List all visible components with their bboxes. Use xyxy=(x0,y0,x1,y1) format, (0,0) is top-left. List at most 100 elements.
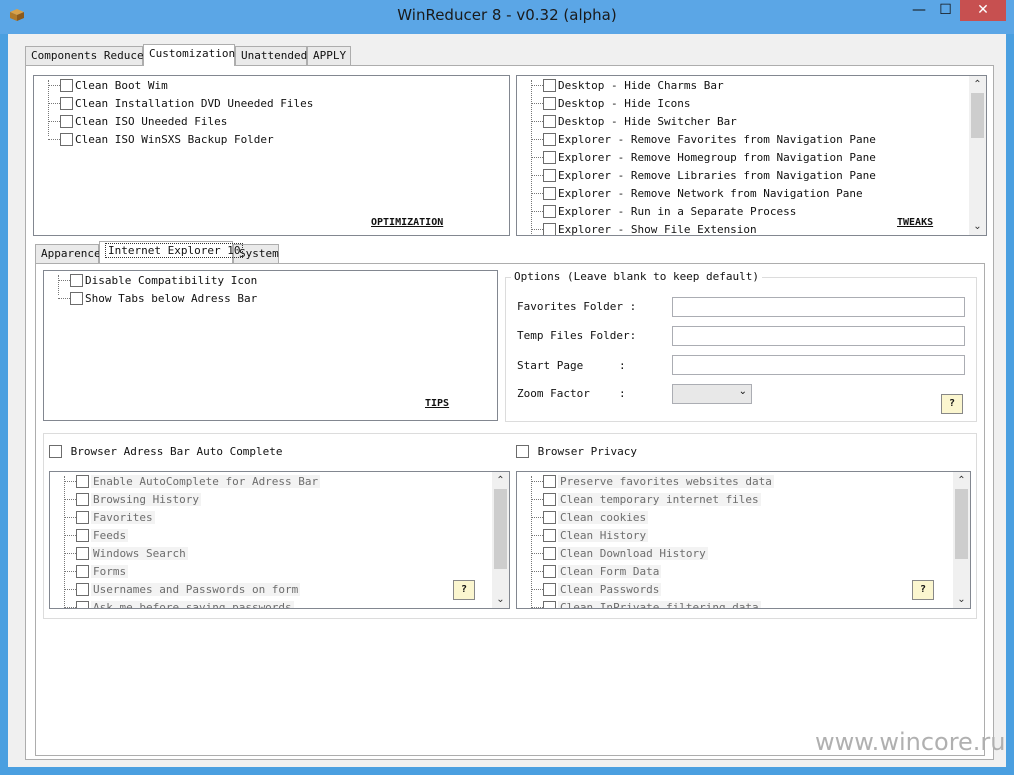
list-item[interactable]: Explorer - Remove Libraries from Navigat… xyxy=(531,168,876,186)
scroll-down-icon[interactable]: ⌄ xyxy=(953,591,970,608)
privacy-scrollbar[interactable]: ⌃ ⌄ xyxy=(953,472,970,608)
checkbox[interactable] xyxy=(543,583,556,596)
list-item[interactable]: Browsing History xyxy=(64,492,201,510)
list-item[interactable]: Explorer - Run in a Separate Process xyxy=(531,204,796,222)
options-help-button[interactable]: ? xyxy=(941,394,963,414)
checkbox[interactable] xyxy=(543,511,556,524)
checkbox[interactable] xyxy=(70,274,83,287)
maximize-button[interactable]: ☐ xyxy=(932,0,959,21)
list-item[interactable]: Desktop - Hide Switcher Bar xyxy=(531,114,737,132)
autocomplete-header[interactable]: Browser Adress Bar Auto Complete xyxy=(49,445,283,458)
checkbox[interactable] xyxy=(76,529,89,542)
checkbox[interactable] xyxy=(543,187,556,200)
watermark: www.wincore.ru xyxy=(815,728,1006,756)
list-item[interactable]: Desktop - Hide Icons xyxy=(531,96,690,114)
optimization-label: OPTIMIZATION xyxy=(371,217,444,228)
list-item[interactable]: Usernames and Passwords on form xyxy=(64,582,301,600)
favorites-folder-input[interactable] xyxy=(672,297,965,317)
checkbox[interactable] xyxy=(60,115,73,128)
list-item[interactable]: Clean Passwords xyxy=(531,582,662,600)
list-item[interactable]: Clean Form Data xyxy=(531,564,662,582)
checkbox[interactable] xyxy=(76,601,89,608)
checkbox[interactable] xyxy=(543,169,556,182)
checkbox[interactable] xyxy=(543,97,556,110)
list-item[interactable]: Explorer - Remove Network from Navigatio… xyxy=(531,186,863,204)
tab-customization[interactable]: Customization xyxy=(143,44,235,66)
scroll-up-icon[interactable]: ⌃ xyxy=(969,76,986,93)
checkbox[interactable] xyxy=(49,445,62,458)
tweaks-scrollbar[interactable]: ⌃ ⌄ xyxy=(969,76,986,235)
tab-apply[interactable]: APPLY xyxy=(307,46,351,66)
scroll-down-icon[interactable]: ⌄ xyxy=(492,591,509,608)
list-item[interactable]: Clean Download History xyxy=(531,546,708,564)
tab-apparence[interactable]: Apparence xyxy=(35,244,101,264)
scroll-up-icon[interactable]: ⌃ xyxy=(953,472,970,489)
list-item[interactable]: Clean ISO WinSXS Backup Folder xyxy=(48,132,274,150)
checkbox[interactable] xyxy=(543,79,556,92)
scroll-thumb[interactable] xyxy=(971,93,984,138)
list-item[interactable]: Clean InPrivate filtering data xyxy=(531,600,761,608)
checkbox[interactable] xyxy=(76,511,89,524)
list-item[interactable]: Clean History xyxy=(531,528,649,546)
scroll-thumb[interactable] xyxy=(955,489,968,559)
checkbox[interactable] xyxy=(60,79,73,92)
checkbox[interactable] xyxy=(60,97,73,110)
checkbox[interactable] xyxy=(76,547,89,560)
checkbox[interactable] xyxy=(76,583,89,596)
list-item[interactable]: Preserve favorites websites data xyxy=(531,474,774,492)
zoom-factor-select[interactable]: ⌄ xyxy=(672,384,752,404)
list-item[interactable]: Ask me before saving passwords xyxy=(64,600,294,608)
optimization-panel: Clean Boot Wim Clean Installation DVD Un… xyxy=(33,75,510,236)
list-item[interactable]: Disable Compatibility Icon xyxy=(58,273,257,291)
checkbox[interactable] xyxy=(76,493,89,506)
list-item[interactable]: Explorer - Show File Extension xyxy=(531,222,757,235)
tab-internet-explorer[interactable]: Internet Explorer 10 xyxy=(99,241,244,263)
list-item[interactable]: Clean Boot Wim xyxy=(48,78,168,96)
autocomplete-scrollbar[interactable]: ⌃ ⌄ xyxy=(492,472,509,608)
list-item[interactable]: Clean ISO Uneeded Files xyxy=(48,114,227,132)
options-legend: Options (Leave blank to keep default) xyxy=(511,270,763,283)
checkbox[interactable] xyxy=(70,292,83,305)
list-item[interactable]: Clean cookies xyxy=(531,510,649,528)
checkbox[interactable] xyxy=(543,223,556,235)
autocomplete-help-button[interactable]: ? xyxy=(453,580,475,600)
list-item[interactable]: Windows Search xyxy=(64,546,188,564)
checkbox[interactable] xyxy=(543,133,556,146)
list-item[interactable]: Explorer - Remove Homegroup from Navigat… xyxy=(531,150,876,168)
tab-components-reducer[interactable]: Components Reducer xyxy=(25,46,150,66)
checkbox[interactable] xyxy=(543,529,556,542)
tab-unattended[interactable]: Unattended xyxy=(235,46,307,66)
chevron-down-icon: ⌄ xyxy=(738,386,747,397)
list-item[interactable]: Explorer - Remove Favorites from Navigat… xyxy=(531,132,876,150)
list-item[interactable]: Clean temporary internet files xyxy=(531,492,761,510)
scroll-up-icon[interactable]: ⌃ xyxy=(492,472,509,489)
checkbox[interactable] xyxy=(543,493,556,506)
checkbox[interactable] xyxy=(516,445,529,458)
list-item[interactable]: Enable AutoComplete for Adress Bar xyxy=(64,474,321,492)
checkbox[interactable] xyxy=(76,565,89,578)
list-item[interactable]: Favorites xyxy=(64,510,155,528)
tips-label: TIPS xyxy=(425,398,450,409)
scroll-thumb[interactable] xyxy=(494,489,507,569)
list-item[interactable]: Desktop - Hide Charms Bar xyxy=(531,78,724,96)
list-item[interactable]: Forms xyxy=(64,564,129,582)
checkbox[interactable] xyxy=(543,601,556,608)
minimize-button[interactable]: — xyxy=(906,0,932,21)
scroll-down-icon[interactable]: ⌄ xyxy=(969,218,986,235)
list-item[interactable]: Feeds xyxy=(64,528,129,546)
checkbox[interactable] xyxy=(543,475,556,488)
checkbox[interactable] xyxy=(543,547,556,560)
checkbox[interactable] xyxy=(543,205,556,218)
checkbox[interactable] xyxy=(543,565,556,578)
privacy-header[interactable]: Browser Privacy xyxy=(516,445,637,458)
privacy-help-button[interactable]: ? xyxy=(912,580,934,600)
checkbox[interactable] xyxy=(543,151,556,164)
checkbox[interactable] xyxy=(60,133,73,146)
start-page-input[interactable] xyxy=(672,355,965,375)
list-item[interactable]: Clean Installation DVD Uneeded Files xyxy=(48,96,313,114)
close-button[interactable]: ✕ xyxy=(960,0,1006,21)
list-item[interactable]: Show Tabs below Adress Bar xyxy=(58,291,257,309)
checkbox[interactable] xyxy=(543,115,556,128)
temp-files-input[interactable] xyxy=(672,326,965,346)
checkbox[interactable] xyxy=(76,475,89,488)
